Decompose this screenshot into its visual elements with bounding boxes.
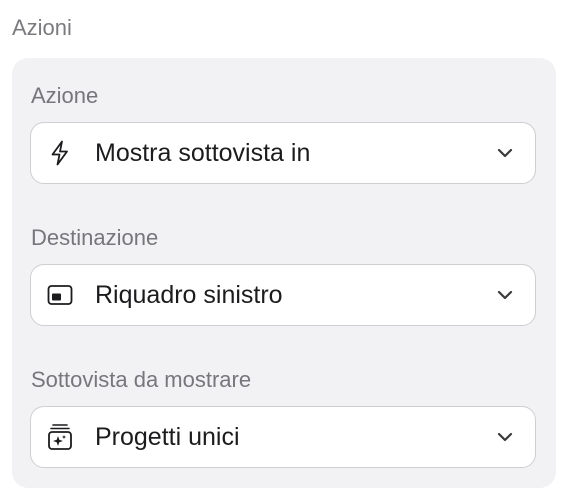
destination-label: Destinazione	[31, 225, 159, 250]
chevron-down-icon	[495, 427, 515, 447]
subview-label: Sottovista da mostrare	[31, 367, 252, 392]
destination-value: Riquadro sinistro	[95, 280, 283, 309]
action-label: Azione	[31, 83, 99, 108]
left-pane-icon	[47, 282, 73, 308]
action-value: Mostra sottovista in	[95, 138, 311, 167]
actions-panel: Azione Mostra sottovista in Destinazione	[12, 58, 556, 488]
lightning-bolt-icon	[47, 140, 73, 166]
sparkle-stack-icon	[47, 424, 73, 450]
subview-value: Progetti unici	[95, 422, 240, 451]
chevron-down-icon	[495, 285, 515, 305]
action-select[interactable]: Mostra sottovista in	[30, 122, 536, 184]
actions-section: Azioni Azione Mostra sottovista in Desti…	[0, 0, 566, 498]
section-title: Azioni	[12, 15, 72, 40]
destination-select[interactable]: Riquadro sinistro	[30, 264, 536, 326]
subview-select[interactable]: Progetti unici	[30, 406, 536, 468]
chevron-down-icon	[495, 143, 515, 163]
